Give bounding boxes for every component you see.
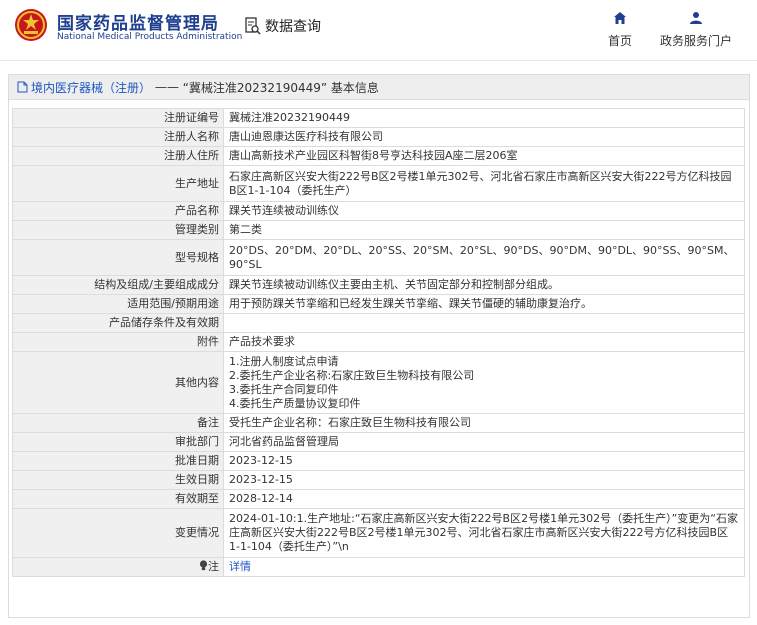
field-value: 踝关节连续被动训练仪 bbox=[223, 201, 745, 221]
table-row: 适用范围/预期用途 用于预防踝关节挛缩和已经发生踝关节挛缩、踝关节僵硬的辅助康复治… bbox=[12, 294, 745, 314]
nav-service-portal[interactable]: 政务服务门户 bbox=[656, 10, 736, 49]
field-label: 生效日期 bbox=[12, 470, 224, 490]
field-label: 有效期至 bbox=[12, 489, 224, 509]
field-value: 石家庄高新区兴安大街222号B区2号楼1单元302号、河北省石家庄市高新区兴安大… bbox=[223, 165, 745, 202]
nav-service-label: 政务服务门户 bbox=[659, 34, 732, 48]
nav-home-label: 首页 bbox=[607, 34, 632, 48]
table-row: 有效期至 2028-12-14 bbox=[12, 489, 745, 509]
field-value: 受托生产企业名称：石家庄致巨生物科技有限公司 bbox=[223, 413, 745, 433]
field-value: 踝关节连续被动训练仪主要由主机、关节固定部分和控制部分组成。 bbox=[223, 275, 745, 295]
data-query-label: 数据查询 bbox=[265, 19, 321, 35]
field-value: 20°DS、20°DM、20°DL、20°SS、20°SM、20°SL、90°D… bbox=[223, 239, 745, 276]
table-row: 型号规格 20°DS、20°DM、20°DL、20°SS、20°SM、20°SL、… bbox=[12, 239, 745, 276]
table-row: 注 详情 bbox=[12, 557, 745, 577]
user-icon bbox=[690, 12, 702, 24]
table-row: 注册人住所 唐山高新技术产业园区科智街8号亨达科技园A座二层206室 bbox=[12, 146, 745, 166]
table-row: 备注 受托生产企业名称：石家庄致巨生物科技有限公司 bbox=[12, 413, 745, 433]
table-row: 结构及组成/主要组成成分 踝关节连续被动训练仪主要由主机、关节固定部分和控制部分组… bbox=[12, 275, 745, 295]
table-row: 生产地址 石家庄高新区兴安大街222号B区2号楼1单元302号、河北省石家庄市高新… bbox=[12, 165, 745, 202]
field-label: 备注 bbox=[12, 413, 224, 433]
field-label: 注册人住所 bbox=[12, 146, 224, 166]
other-content-line: 4.委托生产质量协议复印件 bbox=[229, 396, 361, 410]
other-content-line: 3.委托生产合同复印件 bbox=[229, 382, 339, 396]
field-value: 用于预防踝关节挛缩和已经发生踝关节挛缩、踝关节僵硬的辅助康复治疗。 bbox=[223, 294, 745, 314]
field-value: 产品技术要求 bbox=[223, 332, 745, 352]
field-label: 生产地址 bbox=[12, 165, 224, 202]
record-number: “冀械注准20232190449” bbox=[182, 80, 328, 95]
field-value: 冀械注准20232190449 bbox=[223, 108, 745, 128]
details-link[interactable]: 详情 bbox=[229, 560, 251, 573]
field-label: 注册人名称 bbox=[12, 127, 224, 147]
field-label: 结构及组成/主要组成成分 bbox=[12, 275, 224, 295]
title-suffix: 基本信息 bbox=[330, 80, 379, 95]
field-value: 2028-12-14 bbox=[223, 489, 745, 509]
field-value: 河北省药品监督管理局 bbox=[223, 432, 745, 452]
site-header: 国家药品监督管理局 National Medical Products Admi… bbox=[0, 0, 757, 61]
category-link[interactable]: 境内医疗器械（注册） bbox=[31, 79, 151, 96]
field-label: 附件 bbox=[12, 332, 224, 352]
site-subtitle: National Medical Products Administration bbox=[57, 32, 243, 42]
field-label: 适用范围/预期用途 bbox=[12, 294, 224, 314]
table-row: 生效日期 2023-12-15 bbox=[12, 470, 745, 490]
document-icon bbox=[17, 81, 28, 93]
field-label: 其他内容 bbox=[12, 351, 224, 414]
national-emblem-icon[interactable] bbox=[14, 8, 48, 42]
other-content-line: 1.注册人制度试点申请 bbox=[229, 354, 339, 368]
title-separator: —— bbox=[154, 80, 179, 94]
other-content-line: 2.委托生产企业名称:石家庄致巨生物科技有限公司 bbox=[229, 368, 475, 382]
field-label: 注 bbox=[12, 557, 224, 577]
field-label: 产品储存条件及有效期 bbox=[12, 313, 224, 333]
detail-title-bar: 境内医疗器械（注册） —— “冀械注准20232190449” 基本信息 bbox=[9, 75, 749, 100]
data-search-icon bbox=[245, 17, 261, 35]
field-label: 产品名称 bbox=[12, 201, 224, 221]
field-label: 变更情况 bbox=[12, 508, 224, 558]
field-label: 批准日期 bbox=[12, 451, 224, 471]
field-value: 第二类 bbox=[223, 220, 745, 240]
field-value bbox=[223, 313, 745, 333]
site-title[interactable]: 国家药品监督管理局 bbox=[57, 9, 219, 34]
lightbulb-icon bbox=[199, 560, 208, 571]
data-query-link[interactable]: 数据查询 bbox=[245, 16, 321, 36]
table-row: 注册证编号 冀械注准20232190449 bbox=[12, 108, 745, 128]
table-row: 产品名称 踝关节连续被动训练仪 bbox=[12, 201, 745, 221]
table-row: 其他内容 1.注册人制度试点申请 2.委托生产企业名称:石家庄致巨生物科技有限公… bbox=[12, 351, 745, 414]
table-row: 批准日期 2023-12-15 bbox=[12, 451, 745, 471]
field-value: 2023-12-15 bbox=[223, 451, 745, 471]
field-label: 管理类别 bbox=[12, 220, 224, 240]
table-row: 附件 产品技术要求 bbox=[12, 332, 745, 352]
home-icon bbox=[614, 12, 626, 24]
field-label: 型号规格 bbox=[12, 239, 224, 276]
field-value: 详情 bbox=[223, 557, 745, 577]
table-row: 变更情况 2024-01-10:1.生产地址:“石家庄高新区兴安大街222号B区2… bbox=[12, 508, 745, 558]
table-row: 管理类别 第二类 bbox=[12, 220, 745, 240]
field-value: 唐山高新技术产业园区科智街8号亨达科技园A座二层206室 bbox=[223, 146, 745, 166]
table-row: 注册人名称 唐山迪恩康达医疗科技有限公司 bbox=[12, 127, 745, 147]
table-row: 审批部门 河北省药品监督管理局 bbox=[12, 432, 745, 452]
field-value: 1.注册人制度试点申请 2.委托生产企业名称:石家庄致巨生物科技有限公司 3.委… bbox=[223, 351, 745, 414]
table-row: 产品储存条件及有效期 bbox=[12, 313, 745, 333]
field-label: 注册证编号 bbox=[12, 108, 224, 128]
detail-panel: 境内医疗器械（注册） —— “冀械注准20232190449” 基本信息 注册证… bbox=[8, 74, 750, 618]
detail-table: 注册证编号 冀械注准20232190449 注册人名称 唐山迪恩康达医疗科技有限公司… bbox=[12, 108, 745, 577]
nav-home[interactable]: 首页 bbox=[604, 10, 636, 49]
field-value: 唐山迪恩康达医疗科技有限公司 bbox=[223, 127, 745, 147]
field-value: 2024-01-10:1.生产地址:“石家庄高新区兴安大街222号B区2号楼1单… bbox=[223, 508, 745, 558]
field-value: 2023-12-15 bbox=[223, 470, 745, 490]
field-label: 审批部门 bbox=[12, 432, 224, 452]
